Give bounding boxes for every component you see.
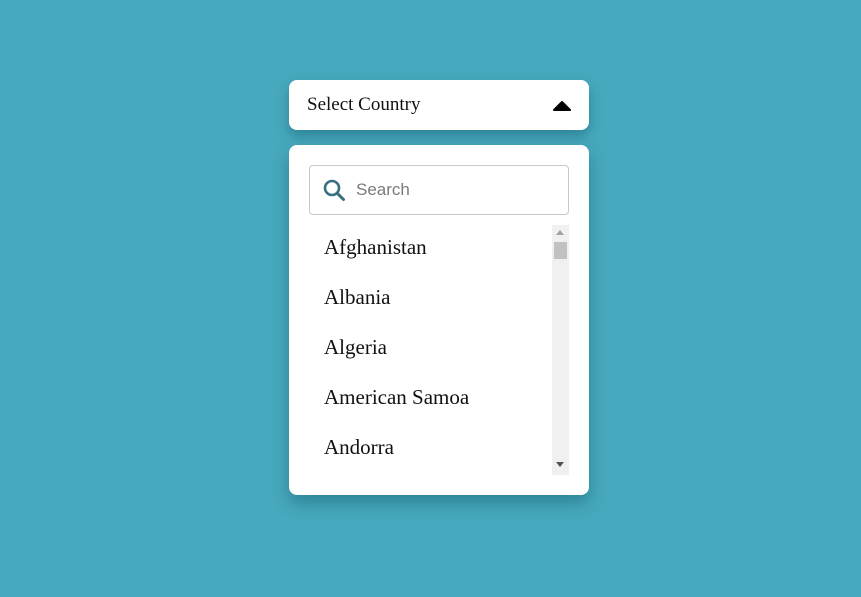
search-box bbox=[309, 165, 569, 215]
country-dropdown: Afghanistan Albania Algeria American Sam… bbox=[289, 145, 589, 495]
option-albania[interactable]: Albania bbox=[309, 275, 552, 325]
option-andorra[interactable]: Andorra bbox=[309, 425, 552, 475]
option-algeria[interactable]: Algeria bbox=[309, 325, 552, 375]
country-select[interactable]: Select Country bbox=[289, 80, 589, 130]
option-afghanistan[interactable]: Afghanistan bbox=[309, 225, 552, 275]
search-icon bbox=[323, 179, 345, 201]
scrollbar-thumb[interactable] bbox=[554, 242, 567, 259]
search-input[interactable] bbox=[356, 180, 546, 200]
option-american-samoa[interactable]: American Samoa bbox=[309, 375, 552, 425]
caret-up-icon bbox=[553, 101, 571, 111]
scroll-up-arrow-icon[interactable] bbox=[556, 230, 564, 235]
select-label: Select Country bbox=[307, 94, 421, 115]
scroll-down-arrow-icon[interactable] bbox=[556, 462, 564, 467]
options-scrollbar[interactable] bbox=[552, 225, 569, 475]
country-options-list: Afghanistan Albania Algeria American Sam… bbox=[309, 225, 552, 475]
